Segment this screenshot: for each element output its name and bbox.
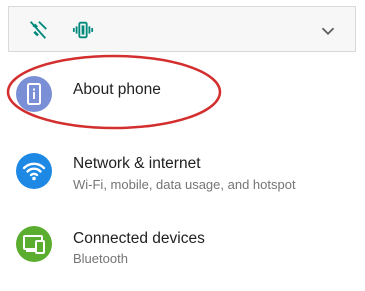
devices-icon (16, 226, 52, 262)
settings-item-about-phone[interactable]: About phone (0, 58, 365, 128)
phone-info-icon (16, 76, 52, 112)
settings-item-title: Connected devices (73, 230, 205, 247)
settings-item-network-internet[interactable]: Network & internet Wi-Fi, mobile, data u… (0, 135, 365, 205)
settings-item-subtitle: Bluetooth (73, 251, 128, 266)
vibrate-icon[interactable] (72, 19, 94, 41)
settings-item-connected-devices[interactable]: Connected devices Bluetooth (0, 208, 365, 278)
quick-settings-bar (8, 6, 356, 52)
wifi-icon (16, 153, 52, 189)
settings-item-subtitle: Wi-Fi, mobile, data usage, and hotspot (73, 177, 296, 192)
chevron-down-icon[interactable] (317, 20, 339, 42)
do-not-disturb-off-icon[interactable] (27, 19, 49, 41)
settings-item-title: About phone (73, 81, 161, 98)
settings-item-title: Network & internet (73, 155, 201, 172)
